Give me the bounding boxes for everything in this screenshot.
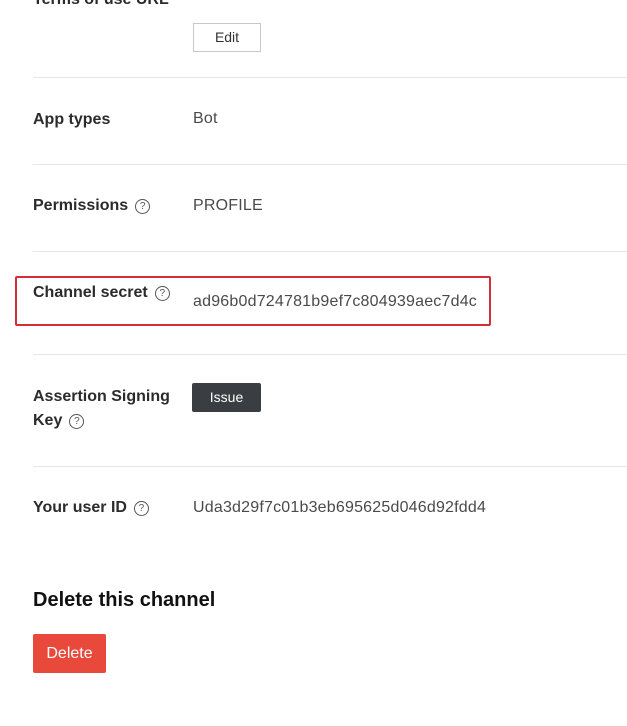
terms-of-use-url-label: Terms of use URL bbox=[33, 0, 169, 12]
delete-button[interactable]: Delete bbox=[33, 634, 106, 673]
divider bbox=[33, 466, 627, 467]
app-types-label: App types bbox=[33, 111, 111, 128]
assertion-label-line2: Key? bbox=[33, 409, 170, 433]
issue-button[interactable]: Issue bbox=[192, 383, 261, 412]
permissions-label-text: Permissions bbox=[33, 197, 129, 214]
assertion-label-line2-text: Key bbox=[33, 412, 63, 429]
channel-secret-value: ad96b0d724781b9ef7c804939aec7d4c bbox=[193, 293, 478, 310]
assertion-label-line1: Assertion Signing bbox=[33, 388, 170, 405]
permissions-value: PROFILE bbox=[193, 197, 263, 214]
app-types-value: Bot bbox=[193, 110, 218, 127]
help-icon[interactable]: ? bbox=[135, 199, 151, 214]
divider bbox=[33, 77, 627, 78]
user-id-label: Your user ID? bbox=[33, 496, 149, 520]
help-icon[interactable]: ? bbox=[69, 414, 85, 429]
divider bbox=[33, 164, 627, 165]
divider bbox=[33, 251, 627, 252]
channel-settings-page: Terms of use URL Edit App types Bot Perm… bbox=[0, 0, 627, 726]
delete-channel-heading: Delete this channel bbox=[33, 589, 216, 611]
permissions-label: Permissions? bbox=[33, 194, 151, 218]
edit-button[interactable]: Edit bbox=[193, 23, 261, 52]
user-id-label-text: Your user ID bbox=[33, 499, 127, 516]
assertion-signing-key-label: Assertion Signing Key? bbox=[33, 385, 170, 433]
help-icon[interactable]: ? bbox=[154, 286, 170, 301]
help-icon[interactable]: ? bbox=[133, 501, 149, 516]
channel-secret-label: Channel secret? bbox=[33, 281, 170, 305]
divider bbox=[33, 354, 627, 355]
user-id-value: Uda3d29f7c01b3eb695625d046d92fdd4 bbox=[193, 499, 487, 516]
channel-secret-label-text: Channel secret bbox=[33, 284, 148, 301]
